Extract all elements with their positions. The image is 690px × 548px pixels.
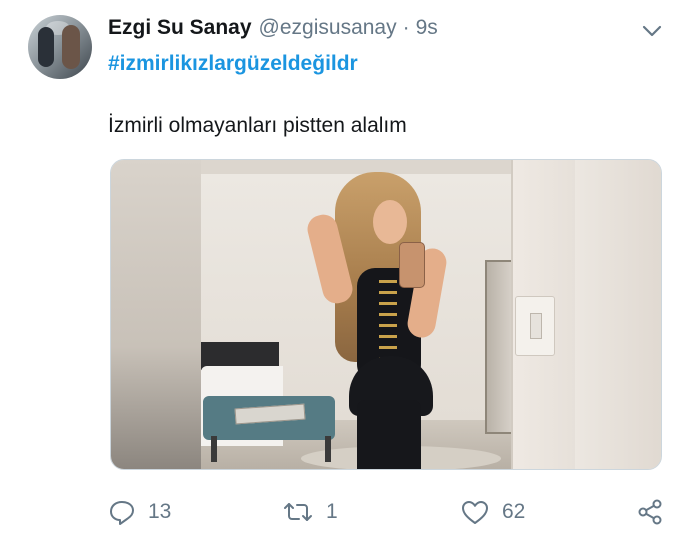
display-name[interactable]: Ezgi Su Sanay <box>108 16 252 40</box>
avatar[interactable] <box>28 15 92 79</box>
hashtag-link[interactable]: #izmirlikızlargüzeldeğildr <box>108 52 358 76</box>
image-wall <box>111 160 201 469</box>
share-button[interactable] <box>636 494 664 530</box>
reply-count: 13 <box>148 500 172 523</box>
image-person-legs <box>357 400 421 469</box>
tweet-header: Ezgi Su Sanay @ezgisusanay · 9s <box>108 16 438 44</box>
reply-button[interactable]: 13 <box>108 494 171 530</box>
separator-dot: · <box>402 16 410 39</box>
tweet-image[interactable] <box>110 159 662 470</box>
chevron-down-icon[interactable] <box>640 22 664 40</box>
image-light-switch <box>515 296 555 356</box>
retweet-icon <box>282 498 314 526</box>
retweet-count: 1 <box>326 500 338 523</box>
tweet-actions: 13 1 62 <box>0 494 690 530</box>
like-count: 62 <box>502 500 526 523</box>
image-bench-leg <box>211 436 217 462</box>
image-wall <box>575 160 661 469</box>
retweet-button[interactable]: 1 <box>282 494 338 530</box>
tweet-text: İzmirli olmayanları pistten alalım <box>108 114 407 137</box>
reply-icon <box>108 498 136 526</box>
image-ceiling <box>201 160 511 174</box>
like-button[interactable]: 62 <box>460 494 525 530</box>
avatar-figure <box>62 25 80 69</box>
share-icon <box>636 498 664 526</box>
tweet[interactable]: Ezgi Su Sanay @ezgisusanay · 9s #izmirli… <box>0 0 690 548</box>
avatar-figure <box>38 27 54 67</box>
timestamp[interactable]: 9s <box>416 16 438 40</box>
image-phone <box>399 242 425 288</box>
user-handle[interactable]: @ezgisusanay <box>259 16 397 40</box>
image-person-face <box>373 200 407 244</box>
image-bench-leg <box>325 436 331 462</box>
heart-icon <box>460 498 490 526</box>
